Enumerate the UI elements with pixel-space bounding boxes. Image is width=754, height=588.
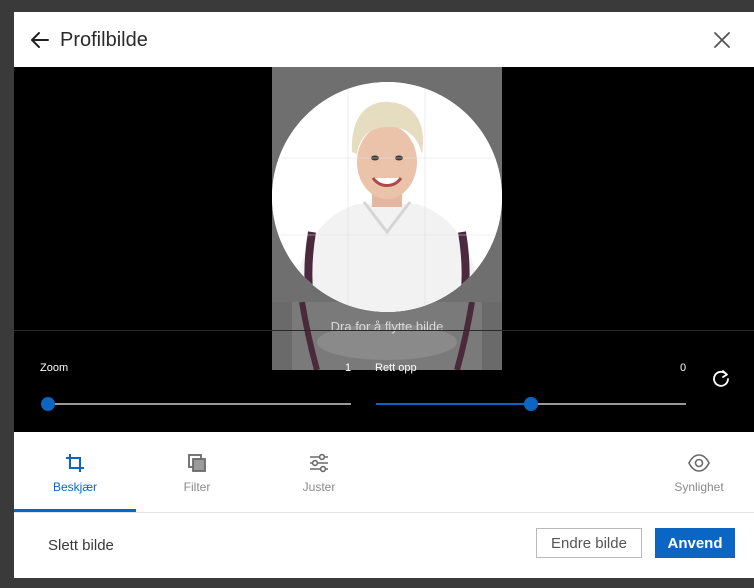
zoom-value: 1: [345, 362, 352, 374]
tab-visibility[interactable]: Synlighet: [644, 432, 754, 512]
tab-filter[interactable]: Filter: [136, 432, 258, 512]
active-tab-indicator: [14, 509, 136, 512]
tab-crop[interactable]: Beskjær: [14, 432, 136, 512]
crop-icon: [64, 452, 86, 474]
zoom-label: Zoom: [40, 362, 69, 374]
straighten-track-fill: [376, 403, 531, 405]
change-photo-button[interactable]: Endre bilde: [536, 528, 642, 558]
arrow-left-icon: [31, 32, 49, 48]
tab-filter-label: Filter: [183, 480, 211, 494]
eye-icon: [688, 452, 710, 474]
adjust-icon: [308, 452, 330, 474]
straighten-label: Rett opp: [375, 362, 417, 374]
zoom-slider-thumb[interactable]: [41, 397, 55, 411]
zoom-track[interactable]: [48, 403, 351, 405]
profile-photo-dialog: Profilbilde Dra for å flytte bilde Zoom …: [14, 12, 754, 578]
straighten-value: 0: [680, 362, 687, 374]
rotate-button[interactable]: [709, 367, 733, 391]
filter-icon: [186, 452, 208, 474]
delete-photo-button[interactable]: Slett bilde: [48, 537, 114, 554]
photo-editor: Dra for å flytte bilde Zoom 1 Rett opp 0: [14, 67, 754, 432]
photo-overflow: [272, 301, 502, 370]
dialog-footer: Slett bilde Endre bilde Anvend: [14, 513, 754, 578]
dialog-title: Profilbilde: [60, 29, 148, 51]
tab-adjust-label: Juster: [302, 480, 336, 494]
profile-photo: [272, 82, 502, 312]
straighten-slider-thumb[interactable]: [524, 397, 538, 411]
drag-hint: Dra for å flytte bilde: [330, 319, 444, 334]
close-icon: [714, 32, 730, 48]
editor-divider: [14, 330, 754, 331]
apply-button[interactable]: Anvend: [655, 528, 735, 558]
tab-adjust[interactable]: Juster: [258, 432, 380, 512]
editor-tabs: Beskjær Filter Juster Synlighet: [14, 432, 754, 513]
tab-crop-label: Beskjær: [52, 480, 97, 494]
rotate-icon: [713, 370, 729, 387]
close-button[interactable]: [710, 28, 734, 52]
tab-visibility-label: Synlighet: [674, 480, 724, 494]
dialog-header: Profilbilde: [14, 12, 754, 67]
crop-area[interactable]: Dra for å flytte bilde: [272, 67, 502, 370]
back-button[interactable]: [28, 28, 52, 52]
